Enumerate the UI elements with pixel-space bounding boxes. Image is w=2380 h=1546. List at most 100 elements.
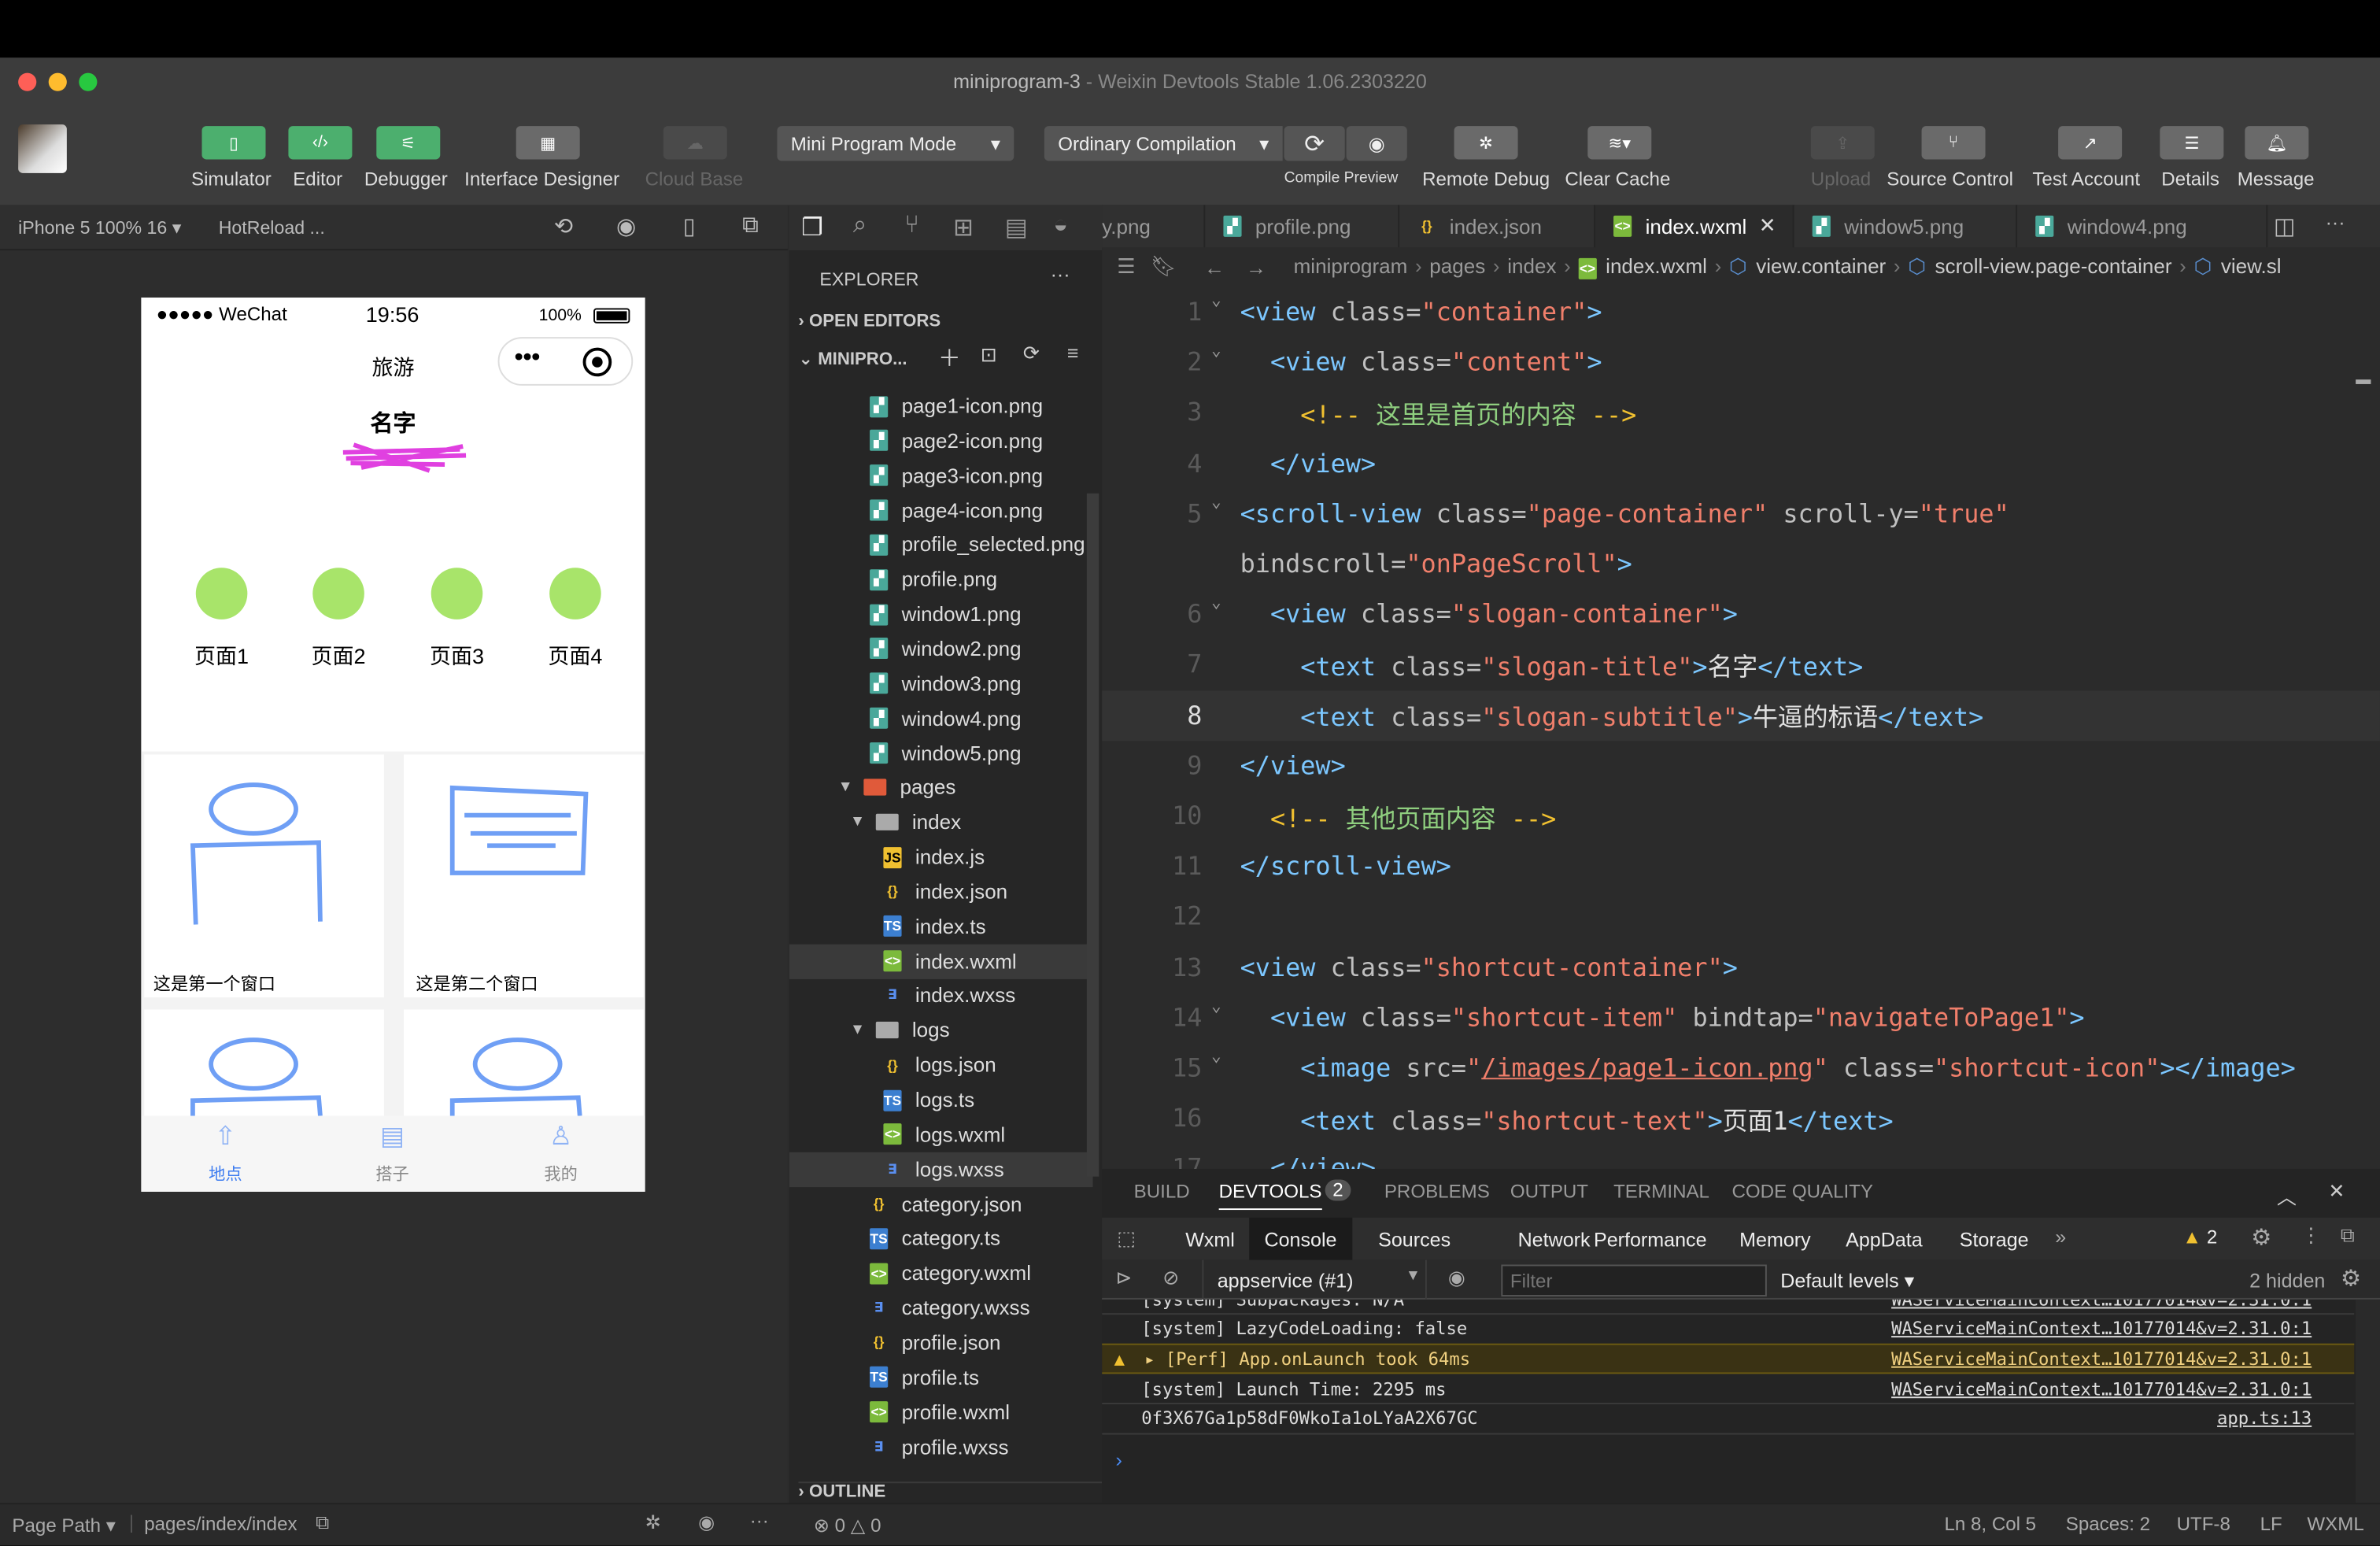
new-folder-icon[interactable]: ⊡ [981, 343, 997, 368]
toolbar-clear-cache-button[interactable]: ≋▾ [1587, 126, 1652, 160]
breadcrumb-item[interactable]: scroll-view.page-container [1935, 255, 2172, 278]
code-line[interactable]: 17 </view> [1102, 1144, 2380, 1169]
language-mode[interactable]: WXML [2307, 1514, 2363, 1535]
folder-index[interactable]: ▼ index [789, 805, 1093, 840]
toolbar-debugger-button[interactable]: ⚟ [376, 126, 441, 160]
panel-tab-terminal[interactable]: TERMINAL [1613, 1181, 1709, 1202]
maximize-panel-icon[interactable]: ︿ [2277, 1181, 2297, 1210]
toolbar-test-account-button[interactable]: ↗ [2058, 126, 2123, 160]
page-path-select[interactable]: Page Path ▾ [12, 1514, 115, 1537]
code-line[interactable]: 8 <text class="slogan-subtitle">牛逼的标语</t… [1102, 690, 2380, 741]
collapse-icon[interactable]: ≡ [1067, 342, 1079, 364]
file-profile.json[interactable]: {} profile.json [789, 1326, 1093, 1360]
toolbar-editor-button[interactable]: ‹/› [288, 126, 353, 160]
compile-button[interactable]: ⟳ [1284, 126, 1345, 161]
fold-chevron-icon[interactable]: ⌄ [1211, 340, 1221, 360]
fold-chevron-icon[interactable]: ⌄ [1211, 996, 1221, 1015]
layout-icon[interactable]: ▤ [1005, 213, 1028, 243]
code-line[interactable]: 11 </scroll-view> [1102, 841, 2380, 892]
breadcrumb-item[interactable]: pages [1429, 255, 1485, 278]
toolbar-message-button[interactable]: 🔔︎ [2245, 126, 2309, 160]
context-select[interactable]: appservice (#1) ▼ [1202, 1259, 1427, 1300]
code-line[interactable]: 9 </view> [1102, 741, 2380, 791]
devtools-tab-memory[interactable]: Memory [1724, 1218, 1826, 1260]
more-icon[interactable]: ··· [1051, 263, 1070, 286]
preview-button[interactable]: ◉ [1346, 126, 1407, 161]
settings-icon[interactable]: ⚙ [2251, 1223, 2271, 1251]
copy-icon[interactable]: ⧉ [316, 1512, 329, 1535]
mode-select[interactable]: Mini Program Mode ▾ [777, 126, 1014, 161]
console-settings-icon[interactable]: ⚙ [2341, 1264, 2361, 1292]
code-line[interactable]: 14 ⌄ <view class="shortcut-item" bindtap=… [1102, 993, 2380, 1043]
console-scrollbar[interactable] [2356, 1299, 2380, 1503]
code-line[interactable]: 6 ⌄ <view class="slogan-container"> [1102, 590, 2380, 640]
more-icon[interactable]: ··· [750, 1511, 769, 1532]
tabbar-item-地点[interactable]: ⇧ 地点 [141, 1115, 309, 1191]
close-miniprogram-icon[interactable] [582, 347, 612, 377]
code-line[interactable]: 15 ⌄ <image src="/images/page1-icon.png" … [1102, 1043, 2380, 1093]
devtools-tab-appdata[interactable]: AppData [1831, 1218, 1938, 1260]
encoding[interactable]: UTF-8 [2177, 1514, 2230, 1535]
bookmark-icon[interactable]: 🔖︎ [1151, 255, 1177, 279]
code-line[interactable]: 2 ⌄ <view class="content"> [1102, 338, 2380, 388]
code-line[interactable]: 3 <!-- 这里是首页的内容 --> [1102, 388, 2380, 438]
new-file-icon[interactable]: ＋ [938, 342, 961, 373]
debug-icon[interactable]: ✲ [645, 1511, 661, 1533]
log-source-link[interactable]: app.ts:13 [2217, 1407, 2312, 1429]
stop-icon[interactable]: ◉ [616, 213, 636, 240]
folder-logs[interactable]: ▼ logs [789, 1013, 1093, 1048]
log-source-link[interactable]: WAServiceMainContext…10177014&v=2.31.0:1 [1891, 1378, 2312, 1399]
inspect-icon[interactable]: ⬚ [1117, 1226, 1136, 1251]
breadcrumb-item[interactable]: index.wxml [1606, 255, 1707, 278]
file-logs.json[interactable]: {} logs.json [789, 1048, 1093, 1082]
project-section[interactable]: ⌄ MINIPRO... [798, 348, 907, 368]
file-category.wxml[interactable]: <> category.wxml [789, 1256, 1093, 1290]
breadcrumb-item[interactable]: index [1507, 255, 1556, 278]
editor-tab-window4.png[interactable]: ▞ window4.png [2017, 205, 2268, 248]
fold-chevron-icon[interactable]: ⌄ [1211, 1046, 1221, 1066]
popout-icon[interactable]: ⧉ [742, 213, 759, 239]
panel-tab-code-quality[interactable]: CODE QUALITY [1731, 1181, 1873, 1202]
file-profile.wxml[interactable]: <> profile.wxml [789, 1395, 1093, 1429]
file-index.wxml[interactable]: <> index.wxml [789, 943, 1093, 979]
toolbar-details-button[interactable]: ☰ [2160, 126, 2224, 160]
hotreload-toggle[interactable]: HotReload ... [219, 217, 325, 239]
console-filter-input[interactable] [1501, 1264, 1767, 1296]
user-avatar[interactable] [18, 124, 67, 173]
panel-tab-devtools[interactable]: DEVTOOLS [1218, 1181, 1322, 1211]
cursor-position[interactable]: Ln 8, Col 5 [1944, 1514, 2036, 1535]
device-select[interactable]: iPhone 5 100% 16 ▾ [18, 217, 181, 239]
more-tabs-icon[interactable]: » [2055, 1225, 2066, 1248]
code-line[interactable]: 1 ⌄ <view class="container"> [1102, 287, 2380, 337]
code-line[interactable]: 5 ⌄ <scroll-view class="page-container" sc… [1102, 489, 2380, 539]
log-levels-select[interactable]: Default levels ▾ [1780, 1269, 1914, 1293]
problems-summary[interactable]: ⊗ 0 △ 0 [814, 1514, 881, 1537]
search-icon[interactable]: ⌕ [853, 213, 867, 240]
toolbar-source-control-button[interactable]: ⑂ [1921, 126, 1986, 160]
log-message[interactable]: ▸ [Perf] App.onLaunch took 64ms [1144, 1348, 1470, 1370]
code-line[interactable]: 16 <text class="shortcut-text">页面1</text… [1102, 1093, 2380, 1144]
compile-select[interactable]: Ordinary Compilation ▾ [1044, 126, 1283, 161]
devtools-tab-performance[interactable]: Performance [1579, 1218, 1722, 1260]
toolbar-remote-debug-button[interactable]: ✲ [1454, 126, 1518, 160]
more-icon[interactable]: ••• [515, 345, 540, 372]
breadcrumb-item[interactable]: view.sl [2221, 255, 2282, 278]
source-control-icon[interactable]: ⑂ [904, 213, 919, 240]
devtools-tab-console[interactable]: Console [1249, 1217, 1352, 1260]
forward-arrow-icon[interactable]: → [1246, 256, 1266, 279]
window-card-2[interactable]: 这是第二个窗口 [403, 754, 644, 998]
file-index.wxss[interactable]: ∃ index.wxss [789, 978, 1093, 1013]
clear-console-icon[interactable]: ⊘ [1162, 1266, 1179, 1290]
file-page3-icon.png[interactable]: ▞ page3-icon.png [789, 458, 1093, 493]
file-category.ts[interactable]: TS category.ts [789, 1221, 1093, 1256]
back-arrow-icon[interactable]: ← [1204, 256, 1225, 279]
file-logs.wxml[interactable]: <> logs.wxml [789, 1117, 1093, 1152]
panel-tab-build[interactable]: BUILD [1134, 1181, 1190, 1202]
more-actions-icon[interactable]: ··· [2326, 211, 2345, 234]
window-card-3[interactable] [144, 1009, 384, 1116]
explorer-scrollbar[interactable] [1086, 493, 1099, 1177]
log-source-link[interactable]: WAServiceMainContext…10177014&v=2.31.0:1 [1891, 1348, 2312, 1370]
phone-icon[interactable]: ▯ [683, 213, 696, 240]
tabbar-item-搭子[interactable]: ▤ 搭子 [308, 1115, 476, 1191]
files-icon[interactable]: ❐ [801, 213, 823, 243]
